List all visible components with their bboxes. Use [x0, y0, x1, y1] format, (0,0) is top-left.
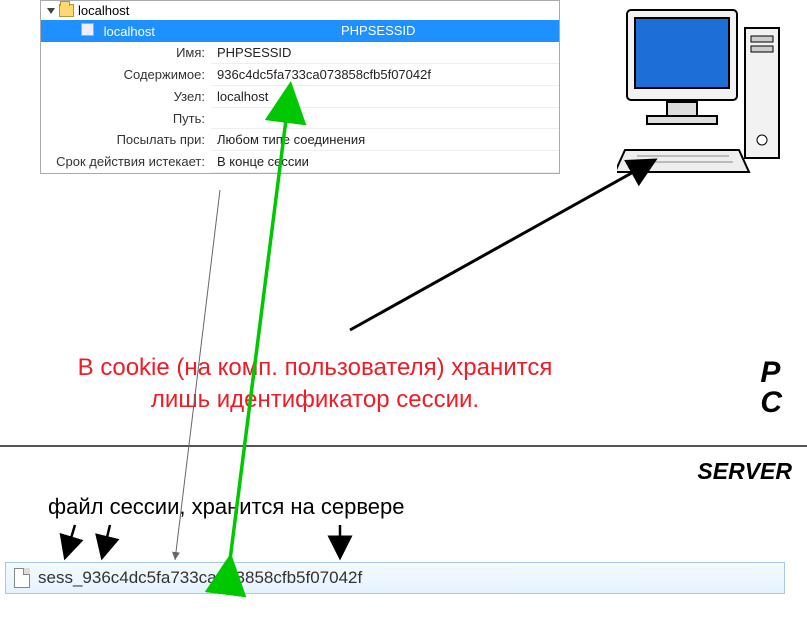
- prop-label-send: Посылать при:: [41, 129, 211, 151]
- computer-icon: [617, 0, 787, 180]
- cookie-icon: [81, 23, 94, 36]
- prop-value-expire: В конце сессии: [211, 151, 559, 173]
- prop-label-expire: Срок действия истекает:: [41, 151, 211, 173]
- expand-icon[interactable]: [47, 8, 55, 14]
- prop-value-path: [211, 108, 559, 129]
- tree-root-row[interactable]: localhost: [41, 1, 559, 20]
- prop-value-content: 936c4dc5fa733ca073858cfb5f07042f: [211, 64, 559, 86]
- prop-value-host: localhost: [211, 86, 559, 108]
- arrow-caption-2: [102, 525, 110, 558]
- prop-label-name: Имя:: [41, 42, 211, 64]
- prop-value-name: PHPSESSID: [211, 42, 559, 64]
- prop-label-content: Содержимое:: [41, 64, 211, 86]
- session-file-row[interactable]: sess_936c4dc5fa733ca073858cfb5f07042f: [5, 562, 785, 594]
- tree-selected-cookie: PHPSESSID: [341, 23, 415, 39]
- prop-label-path: Путь:: [41, 108, 211, 129]
- prop-label-host: Узел:: [41, 86, 211, 108]
- pc-label: PC: [760, 358, 782, 418]
- pc-server-divider: [0, 445, 807, 447]
- cookie-note-line1: В cookie (на комп. пользователя) хранитс…: [78, 354, 553, 381]
- cookie-note: В cookie (на комп. пользователя) хранитс…: [5, 352, 625, 417]
- session-file-caption: файл сессии, хранится на сервере: [48, 494, 405, 520]
- tree-selected-host: localhost: [104, 24, 155, 39]
- cookie-inspector-panel: localhost localhost PHPSESSID Имя: PHPSE…: [40, 0, 560, 174]
- tree-selected-row[interactable]: localhost PHPSESSID: [41, 20, 559, 42]
- cookie-properties: Имя: PHPSESSID Содержимое: 936c4dc5fa733…: [41, 42, 559, 173]
- file-icon: [14, 568, 30, 588]
- prop-value-send: Любом типе соединения: [211, 129, 559, 151]
- arrow-caption-1: [65, 525, 75, 558]
- tree-root-label: localhost: [78, 3, 129, 18]
- arrow-to-pc: [350, 160, 655, 330]
- server-label: SERVER: [697, 458, 792, 485]
- cookie-note-line2: лишь идентификатор сессии.: [151, 386, 479, 413]
- folder-icon: [59, 4, 74, 17]
- session-file-name: sess_936c4dc5fa733ca073858cfb5f07042f: [38, 568, 362, 588]
